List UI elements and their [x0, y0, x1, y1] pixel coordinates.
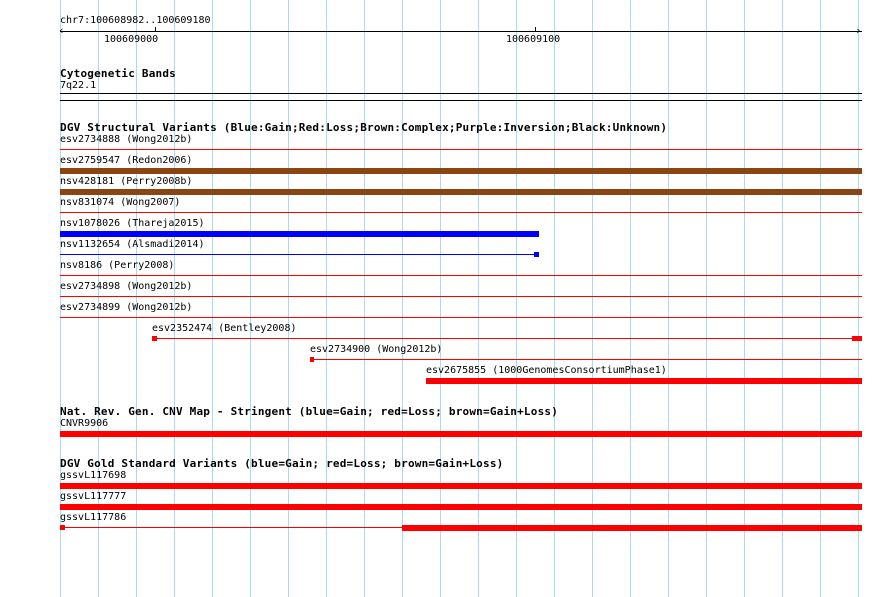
dgv-feature-start-block — [310, 357, 314, 362]
dgv-feature-bar[interactable] — [310, 359, 862, 360]
dgv-feature-label[interactable]: nsv8186 (Perry2008) — [60, 260, 174, 272]
gold-feature-block[interactable] — [402, 525, 862, 531]
dgv-feature-label[interactable]: nsv831074 (Wong2007) — [60, 197, 180, 209]
ruler-tick — [535, 27, 536, 32]
dgv-feature-bar[interactable] — [152, 338, 862, 339]
dgv-track-title: DGV Structural Variants (Blue:Gain;Red:L… — [60, 121, 668, 134]
dgv-feature-bar[interactable] — [60, 212, 862, 213]
cnvmap-feature-bar[interactable] — [60, 431, 862, 437]
gold-feature-bar[interactable] — [60, 483, 862, 489]
dgv-feature-label[interactable]: nsv1132654 (Alsmadi2014) — [60, 239, 205, 251]
dgv-feature-bar[interactable] — [60, 231, 539, 237]
dgv-feature-label[interactable]: nsv1078026 (Thareja2015) — [60, 218, 205, 230]
dgv-feature-bar[interactable] — [60, 275, 862, 276]
dgv-feature-end-block — [852, 336, 862, 341]
gold-feature-label[interactable]: gssvL117698 — [60, 470, 126, 482]
cytoband-track-title: Cytogenetic Bands — [60, 67, 176, 80]
dgv-feature-bar[interactable] — [60, 189, 862, 195]
gold-track-title: DGV Gold Standard Variants (blue=Gain; r… — [60, 457, 504, 470]
dgv-feature-label[interactable]: esv2734898 (Wong2012b) — [60, 281, 192, 293]
ruler-tick — [155, 27, 156, 32]
ruler-right-arrow-icon: › — [855, 24, 862, 37]
dgv-feature-label[interactable]: esv2734888 (Wong2012b) — [60, 134, 192, 146]
gold-feature-label[interactable]: gssvL117777 — [60, 491, 126, 503]
gold-feature-bar[interactable] — [60, 504, 862, 510]
ruler-left-arrow-icon: ‹ — [58, 24, 65, 37]
cnvmap-track-title: Nat. Rev. Gen. CNV Map - Stringent (blue… — [60, 405, 559, 418]
cytoband-bar-top — [60, 93, 862, 94]
dgv-feature-bar[interactable] — [60, 296, 862, 297]
dgv-feature-label[interactable]: esv2675855 (1000GenomesConsortiumPhase1) — [426, 365, 667, 377]
dgv-feature-label[interactable]: nsv428181 (Perry2008b) — [60, 176, 192, 188]
cytoband-bar-bottom — [60, 100, 862, 101]
gold-feature-label[interactable]: gssvL117786 — [60, 512, 126, 524]
dgv-feature-label[interactable]: esv2759547 (Redon2006) — [60, 155, 192, 167]
dgv-feature-label[interactable]: esv2352474 (Bentley2008) — [152, 323, 297, 335]
dgv-feature-bar[interactable] — [60, 149, 862, 150]
dgv-feature-bar[interactable] — [60, 317, 862, 318]
ruler-tick-label: 100609000 — [104, 34, 159, 45]
dgv-feature-bar[interactable] — [426, 378, 862, 384]
genome-browser-tracks: chr7:100608982..100609180 ‹ › 100609000 … — [0, 0, 890, 597]
dgv-feature-label[interactable]: esv2734899 (Wong2012b) — [60, 302, 192, 314]
dgv-feature-label[interactable]: esv2734900 (Wong2012b) — [310, 344, 442, 356]
ruler-axis — [60, 31, 862, 32]
dgv-feature-bar[interactable] — [60, 254, 537, 255]
dgv-feature-bar[interactable] — [60, 168, 862, 174]
ruler-position-label: chr7:100608982..100609180 — [60, 15, 211, 26]
cnvmap-feature-label[interactable]: CNVR9906 — [60, 418, 108, 430]
cytoband-label: 7q22.1 — [60, 80, 97, 91]
ruler-tick-label: 100609100 — [506, 34, 561, 45]
dgv-feature-start-block — [152, 336, 157, 341]
dgv-feature-end-block — [534, 252, 539, 257]
